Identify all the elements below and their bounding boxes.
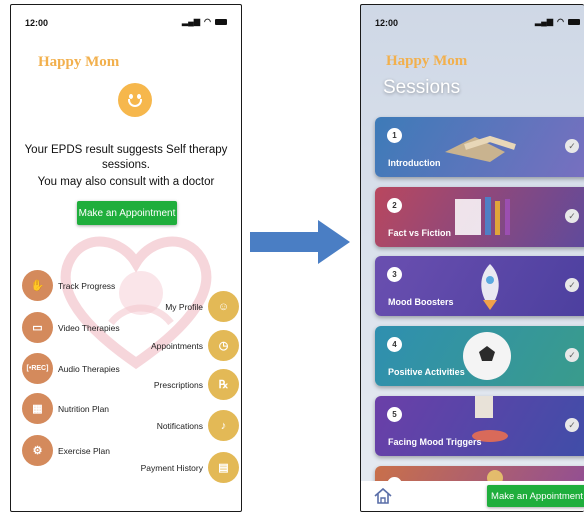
video-icon: ▭ xyxy=(22,312,53,343)
status-icons: ▂▄▆ ◠ xyxy=(535,17,580,26)
menu-track-progress[interactable]: ✋ Track Progress xyxy=(22,270,115,301)
menu-label: Payment History xyxy=(140,462,203,473)
menu-label: My Profile xyxy=(165,301,203,312)
menu-audio-therapies[interactable]: [•REC] Audio Therapies xyxy=(22,353,120,384)
epds-result-text: Your EPDS result suggests Self therapy s… xyxy=(24,144,228,171)
menu-label: Nutrition Plan xyxy=(58,403,110,414)
appointment-calendar-icon: ◷ xyxy=(208,330,239,361)
check-icon: ✓ xyxy=(565,418,579,432)
session-illustration xyxy=(472,396,508,442)
menu-notifications[interactable]: ♪ Notifications xyxy=(157,410,239,441)
sessions-screen: 12:00 ▂▄▆ ◠ Happy Mom Sessions 1 Introduc… xyxy=(360,4,584,512)
make-appointment-button[interactable]: Make an Appointment xyxy=(77,201,177,225)
status-time: 12:00 xyxy=(25,18,49,28)
session-number: 4 xyxy=(387,337,402,352)
home-icon[interactable] xyxy=(373,487,393,505)
menu-label: Appointments xyxy=(151,340,203,351)
wifi-icon: ◠ xyxy=(204,17,211,26)
session-card[interactable]: 5 Facing Mood Triggers ✓ xyxy=(375,396,584,456)
wallet-icon: ▤ xyxy=(208,452,239,483)
flow-arrow-icon xyxy=(250,220,350,264)
menu-prescriptions[interactable]: ℞ Prescriptions xyxy=(154,369,239,400)
session-title: Mood Boosters xyxy=(388,297,454,307)
exercise-icon: ⚙ xyxy=(22,435,53,466)
session-number: 5 xyxy=(387,407,402,422)
session-number: 2 xyxy=(387,198,402,213)
session-illustration xyxy=(481,264,499,310)
menu-label: Track Progress xyxy=(58,280,116,291)
session-card[interactable]: 3 Mood Boosters ✓ xyxy=(375,256,584,316)
battery-icon xyxy=(568,18,580,25)
make-appointment-button[interactable]: Make an Appointment xyxy=(487,485,584,507)
bell-icon: ♪ xyxy=(208,410,239,441)
menu-label: Prescriptions xyxy=(153,379,203,390)
menu-video-therapies[interactable]: ▭ Video Therapies xyxy=(22,312,120,343)
session-card[interactable]: 4 Positive Activities ✓ xyxy=(375,326,584,386)
session-title: Fact vs Fiction xyxy=(388,228,452,238)
audio-rec-icon: [•REC] xyxy=(22,353,53,384)
session-illustration xyxy=(445,135,516,162)
menu-exercise-plan[interactable]: ⚙ Exercise Plan xyxy=(22,435,110,466)
session-illustration xyxy=(455,197,510,235)
check-icon: ✓ xyxy=(565,348,579,362)
session-number: 3 xyxy=(387,267,402,282)
session-card[interactable]: 2 Fact vs Fiction ✓ xyxy=(375,187,584,247)
menu-appointments[interactable]: ◷ Appointments xyxy=(151,330,239,361)
menu-label: Exercise Plan xyxy=(58,445,110,456)
status-icons: ▂▄▆ ◠ xyxy=(182,17,227,26)
session-title: Positive Activities xyxy=(388,367,465,377)
bottom-bar: Make an Appointment xyxy=(361,481,584,511)
wifi-icon: ◠ xyxy=(557,17,564,26)
status-bar: 12:00 ▂▄▆ ◠ xyxy=(11,5,241,31)
status-bar: 12:00 ▂▄▆ ◠ xyxy=(361,5,584,31)
signal-icon: ▂▄▆ xyxy=(182,17,201,26)
menu-my-profile[interactable]: ☺ My Profile xyxy=(165,291,239,322)
calendar-icon: ▦ xyxy=(22,393,53,424)
smiley-icon xyxy=(118,83,152,117)
consult-text: You may also consult with a doctor xyxy=(37,176,215,188)
session-card[interactable]: 1 Introduction ✓ xyxy=(375,117,584,177)
app-brand: Happy Mom xyxy=(38,54,120,70)
session-title: Facing Mood Triggers xyxy=(388,437,482,447)
menu-payment-history[interactable]: ▤ Payment History xyxy=(141,452,239,483)
check-icon: ✓ xyxy=(565,139,579,153)
check-icon: ✓ xyxy=(565,278,579,292)
session-title: Introduction xyxy=(388,158,441,168)
menu-nutrition-plan[interactable]: ▦ Nutrition Plan xyxy=(22,393,109,424)
menu-label: Notifications xyxy=(156,420,203,431)
session-illustration xyxy=(463,332,511,380)
app-brand: Happy Mom xyxy=(386,53,468,69)
session-number: 1 xyxy=(387,128,402,143)
home-screen: 12:00 ▂▄▆ ◠ Happy Mom Your EPDS result s… xyxy=(10,4,242,512)
hand-chart-icon: ✋ xyxy=(22,270,53,301)
battery-icon xyxy=(215,18,227,25)
check-icon: ✓ xyxy=(565,209,579,223)
prescription-icon: ℞ xyxy=(208,369,239,400)
sessions-title: Sessions xyxy=(383,77,461,98)
signal-icon: ▂▄▆ xyxy=(535,17,554,26)
menu-label: Audio Therapies xyxy=(58,363,120,374)
profile-gear-icon: ☺ xyxy=(208,291,239,322)
status-time: 12:00 xyxy=(375,18,399,28)
menu-label: Video Therapies xyxy=(58,322,120,333)
